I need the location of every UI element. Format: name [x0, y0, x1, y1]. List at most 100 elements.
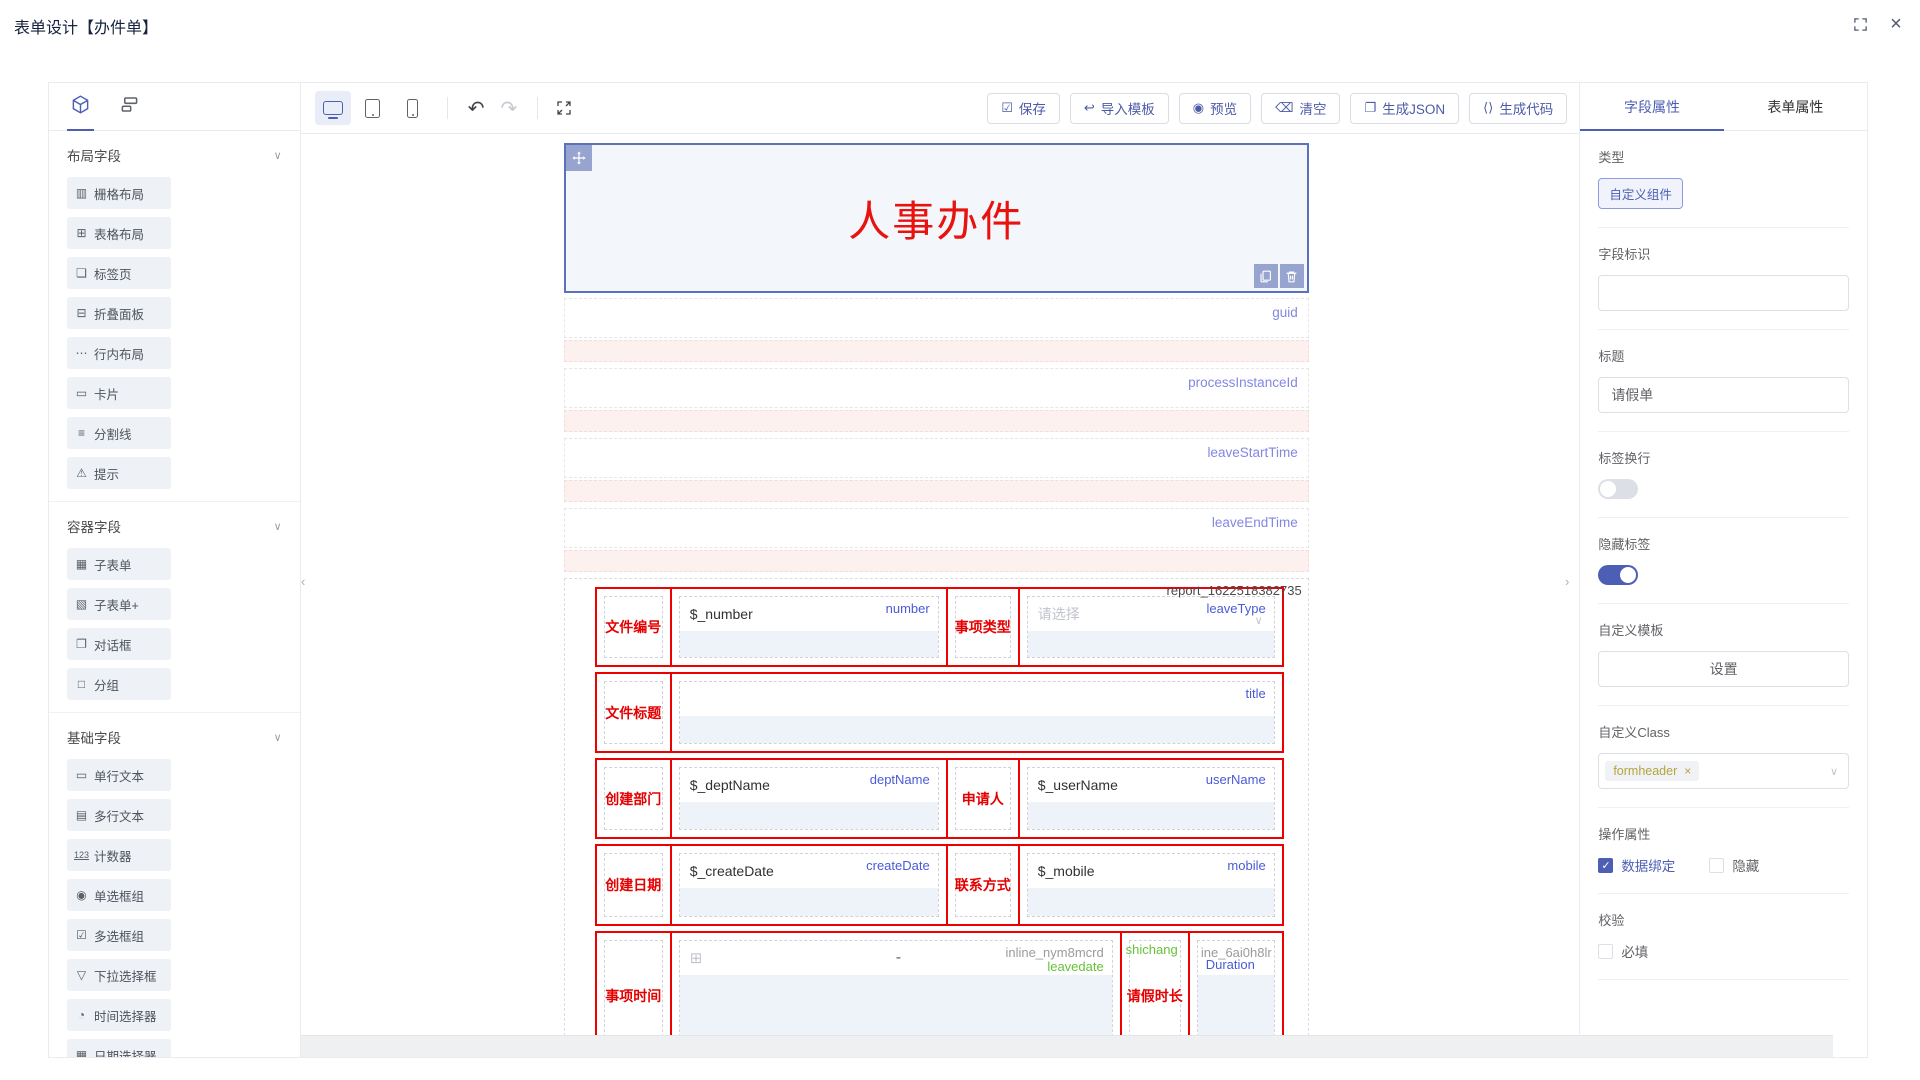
generate-code-button[interactable]: ⟨⟩生成代码 [1469, 93, 1567, 124]
save-icon: ☑ [1001, 100, 1013, 116]
custom-class-select[interactable]: formheader × ∨ [1598, 753, 1849, 789]
copy-icon[interactable] [1254, 264, 1278, 288]
label-wrap-toggle[interactable] [1598, 479, 1638, 499]
hide-label-toggle[interactable] [1598, 565, 1638, 585]
generate-json-button[interactable]: ❐生成JSON [1350, 93, 1459, 124]
hidden-field-strip [564, 340, 1309, 362]
palette-item-collapse-panel[interactable]: ⊟折叠面板 [67, 297, 171, 329]
palette-item-subform[interactable]: ▦子表单 [67, 548, 171, 580]
close-icon[interactable]: × [1886, 14, 1906, 34]
label-cell-number[interactable]: 文件编号 [597, 589, 670, 665]
field-id-tag: inline_nym8mcrd [1005, 945, 1103, 960]
palette-item-grid-layout[interactable]: ▥栅格布局 [67, 177, 171, 209]
template-settings-button[interactable]: 设置 [1598, 651, 1849, 687]
field-value: $_userName [1038, 777, 1118, 793]
custom-template-group: 自定义模板 设置 [1598, 604, 1849, 706]
hidden-field-leaveEndTime[interactable]: leaveEndTime [564, 508, 1309, 572]
group-icon: □ [73, 677, 90, 691]
redo-icon[interactable]: ↷ [500, 96, 517, 121]
device-tablet-button[interactable] [355, 91, 391, 125]
label-cell-create-date[interactable]: 创建日期 [597, 846, 670, 924]
fullscreen-toggle-icon[interactable] [1850, 14, 1870, 34]
import-template-button[interactable]: ↩导入模板 [1070, 93, 1169, 124]
palette-item-table-layout[interactable]: ⊞表格布局 [67, 217, 171, 249]
hidden-field-processInstanceId[interactable]: processInstanceId [564, 368, 1309, 432]
palette-item-checkbox-group[interactable]: ☑多选框组 [67, 919, 171, 951]
card-icon: ▭ [73, 386, 90, 400]
tab-field-properties[interactable]: 字段属性 [1580, 83, 1723, 130]
palette-item-divider[interactable]: ≡分割线 [67, 417, 171, 449]
palette-section-header[interactable]: 布局字段∨ [67, 145, 282, 165]
generate-code-icon: ⟨⟩ [1483, 100, 1493, 116]
palette-item-card[interactable]: ▭卡片 [67, 377, 171, 409]
field-id-group: 字段标识 [1598, 228, 1849, 330]
field-cell-applicant[interactable]: $_userName userName [1018, 760, 1282, 837]
tab-outline-tree[interactable] [120, 83, 139, 131]
palette-item-date-picker[interactable]: ▦日期选择器 [67, 1039, 171, 1057]
delete-icon[interactable] [1280, 264, 1304, 288]
counter-icon: 123 [73, 850, 90, 860]
tab-form-properties[interactable]: 表单属性 [1724, 83, 1867, 130]
field-cell-number[interactable]: $_number number [670, 589, 946, 665]
field-cell-dept[interactable]: $_deptName deptName [670, 760, 946, 837]
palette-section-header[interactable]: 容器字段∨ [67, 516, 282, 536]
palette-item-group[interactable]: □分组 [67, 668, 171, 700]
palette-section-header[interactable]: 基础字段∨ [67, 727, 282, 747]
type-group: 类型 自定义组件 [1598, 131, 1849, 228]
hidden-field-strip [564, 480, 1309, 502]
field-cell-mobile[interactable]: $_mobile mobile [1018, 846, 1282, 924]
palette-item-counter[interactable]: 123计数器 [67, 839, 171, 871]
palette-item-dialog[interactable]: ❐对话框 [67, 628, 171, 660]
save-button[interactable]: ☑保存 [987, 93, 1060, 124]
field-palette-sidebar: 布局字段∨ ▥栅格布局 ⊞表格布局 ❏标签页 ⊟折叠面板 ⋯ 行内布局 ▭卡片 ≡分割线 ⚠提示容… [49, 83, 301, 1057]
field-id-input[interactable] [1598, 275, 1849, 311]
hidden-checkbox[interactable] [1709, 858, 1724, 873]
horizontal-scrollbar[interactable] [301, 1035, 1833, 1057]
data-binding-checkbox[interactable] [1598, 858, 1613, 873]
label-cell-title[interactable]: 文件标题 [597, 674, 670, 751]
device-phone-button[interactable] [395, 91, 431, 125]
field-cell-create-date[interactable]: $_createDate createDate [670, 846, 946, 924]
label-cell-mobile[interactable]: 联系方式 [946, 846, 1018, 924]
palette-item-subform-plus[interactable]: ▧子表单+ [67, 588, 171, 620]
undo-icon[interactable]: ↶ [468, 96, 485, 121]
preview-button[interactable]: ◉预览 [1179, 93, 1251, 124]
palette-item-time-picker[interactable]: ◔时间选择器 [67, 999, 171, 1031]
field-cell-title[interactable]: title [670, 674, 1282, 751]
remove-tag-icon[interactable]: × [1684, 764, 1691, 778]
label-cell-leave-type[interactable]: 事项类型 [946, 589, 1018, 665]
palette-item-label: 行内布局 [94, 344, 144, 363]
form-header-component[interactable]: 人事办件 [564, 143, 1309, 293]
collapse-right-panel-handle[interactable]: › [1565, 561, 1579, 601]
clear-button[interactable]: ⌫清空 [1261, 93, 1340, 124]
palette-item-tabs[interactable]: ❏标签页 [67, 257, 171, 289]
collapse-left-panel-handle[interactable]: ‹ [301, 561, 315, 601]
field-id-tag: number [886, 601, 930, 616]
form-canvas[interactable]: 人事办件 [301, 134, 1580, 1057]
palette-item-inline-layout[interactable]: ⋯ 行内布局 [67, 337, 171, 369]
tab-component-library[interactable] [71, 83, 90, 131]
calendar-icon: ⊞ [690, 949, 703, 967]
class-tag: formheader × [1605, 761, 1699, 781]
field-cell-leave-type[interactable]: 请选择 leaveType ∨ [1018, 589, 1282, 665]
title-input[interactable] [1598, 377, 1849, 413]
inline-layout-icon: ⋯ [73, 346, 90, 360]
palette-item-select[interactable]: ▽下拉选择框 [67, 959, 171, 991]
field-id-tag: guid [1272, 305, 1298, 320]
label-cell-dept[interactable]: 创建部门 [597, 760, 670, 837]
hidden-field-guid[interactable]: guid [564, 298, 1309, 362]
palette-item-alert[interactable]: ⚠提示 [67, 457, 171, 489]
button-label: 生成JSON [1382, 98, 1445, 118]
device-desktop-button[interactable] [315, 91, 351, 125]
required-checkbox[interactable] [1598, 944, 1613, 959]
radio-group-icon: ◉ [73, 888, 90, 902]
move-handle-icon[interactable] [566, 145, 592, 171]
expand-canvas-icon[interactable] [556, 100, 572, 116]
palette-item-radio-group[interactable]: ◉单选框组 [67, 879, 171, 911]
field-bind-tag: shichang [1126, 942, 1178, 957]
palette-item-input[interactable]: ▭单行文本 [67, 759, 171, 791]
field-id-tag: userName [1206, 772, 1266, 787]
palette-item-textarea[interactable]: ▤多行文本 [67, 799, 171, 831]
label-cell-applicant[interactable]: 申请人 [946, 760, 1018, 837]
hidden-field-leaveStartTime[interactable]: leaveStartTime [564, 438, 1309, 502]
